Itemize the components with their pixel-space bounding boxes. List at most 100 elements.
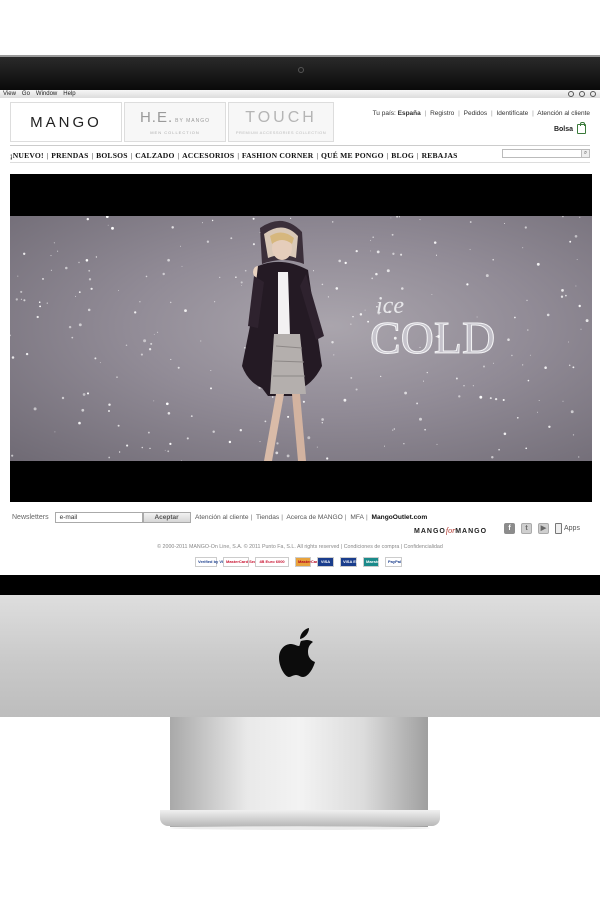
snowflake xyxy=(17,275,19,277)
snowflake xyxy=(548,425,551,429)
customer-service-link[interactable]: Atención al cliente xyxy=(537,110,590,117)
snowflake xyxy=(494,397,498,401)
snowflake xyxy=(568,364,571,367)
snowflake xyxy=(78,291,81,293)
mango-website: MANGO H.E. BY MANGO MEN COLLECTION TOUCH … xyxy=(0,98,600,575)
youtube-icon[interactable]: ▶ xyxy=(538,523,549,534)
search-input[interactable] xyxy=(502,149,582,158)
snowflake xyxy=(386,269,390,273)
snowflake xyxy=(392,429,394,431)
camera-icon xyxy=(298,67,304,73)
snowflake xyxy=(492,258,494,261)
snowflake xyxy=(82,393,86,396)
snowflake xyxy=(170,358,172,360)
footer-links: Atención al cliente | Tiendas | Acerca de … xyxy=(195,514,428,521)
menu-go[interactable]: Go xyxy=(22,90,30,98)
snowflake xyxy=(20,298,22,300)
snowflake xyxy=(140,353,143,356)
paypal-icon: PayPal xyxy=(385,557,402,567)
he-by-mango-logo[interactable]: H.E. BY MANGO MEN COLLECTION xyxy=(124,102,226,142)
nav-item-que-me-pongo[interactable]: QUÉ ME PONGO xyxy=(321,151,384,160)
snowflake xyxy=(489,397,492,400)
payment-methods: Verified by VISA MasterCard SecureCode 4… xyxy=(195,557,402,567)
snowflake xyxy=(46,302,48,304)
snowflake xyxy=(370,250,371,252)
snowflake xyxy=(390,217,392,219)
visa-electron-icon: VISA Electron xyxy=(340,557,369,567)
snowflake xyxy=(419,417,422,421)
nav-item-bolsos[interactable]: BOLSOS xyxy=(96,151,128,160)
nav-item-accesorios[interactable]: ACCESORIOS xyxy=(182,151,234,160)
hero-scene: ice COLD xyxy=(10,216,592,461)
sync-icon[interactable] xyxy=(579,91,585,97)
mango-for-mango-link[interactable]: MANGOforMANGO xyxy=(414,526,487,535)
imac-top-bezel xyxy=(0,55,600,95)
snowflake xyxy=(186,437,189,440)
search-icon[interactable]: ⌕ xyxy=(581,149,590,158)
login-link[interactable]: Identifícate xyxy=(496,110,528,117)
mfm-pre-text: MANGO xyxy=(414,528,446,535)
hero-video[interactable]: ice COLD xyxy=(10,174,592,502)
snowflake xyxy=(485,274,489,278)
tuenti-icon[interactable]: t xyxy=(521,523,532,534)
footer-link-about[interactable]: Acerca de MANGO xyxy=(286,514,342,521)
nav-item-nuevo[interactable]: ¡NUEVO! xyxy=(10,151,44,160)
snowflake xyxy=(498,448,500,451)
snowflake xyxy=(169,442,172,445)
bag-button[interactable]: Bolsa xyxy=(554,122,586,134)
snowflake xyxy=(419,219,421,221)
snowflake xyxy=(23,299,26,302)
snowflake xyxy=(71,336,74,339)
nav-item-prendas[interactable]: PRENDAS xyxy=(51,151,88,160)
snowflake xyxy=(562,400,564,402)
snowflake xyxy=(572,434,575,436)
accept-button[interactable]: Aceptar xyxy=(142,512,191,523)
footer-link-outlet[interactable]: MangoOutlet.com xyxy=(372,514,428,521)
main-nav: ¡NUEVO! | PRENDAS | BOLSOS | CALZADO | ACCES… xyxy=(10,150,458,160)
snowflake xyxy=(359,313,363,316)
newsletter-label: Newsletters xyxy=(12,514,49,521)
snowflake xyxy=(575,285,577,287)
footer-link-customer-service[interactable]: Atención al cliente xyxy=(195,514,249,521)
nav-item-fashion-corner[interactable]: FASHION CORNER xyxy=(242,151,314,160)
snowflake xyxy=(426,371,428,374)
snowflake xyxy=(50,269,52,271)
snowflake xyxy=(350,376,353,379)
snowflake xyxy=(190,415,193,418)
snowflake xyxy=(117,290,119,291)
snowflake xyxy=(167,258,170,262)
snowflake xyxy=(78,323,82,327)
snowflake xyxy=(350,323,352,325)
orders-link[interactable]: Pedidos xyxy=(464,110,488,117)
clock-icon[interactable] xyxy=(568,91,574,97)
search-spotlight-icon[interactable] xyxy=(590,91,596,97)
footer-link-mfa[interactable]: MFA xyxy=(350,514,364,521)
country-link[interactable]: España xyxy=(398,110,421,117)
facebook-icon[interactable]: f xyxy=(504,523,515,534)
snowflake xyxy=(367,320,370,323)
menubar-status-icons xyxy=(568,90,596,98)
snowflake xyxy=(469,221,472,223)
mango-logo[interactable]: MANGO xyxy=(10,102,122,142)
nav-item-rebajas[interactable]: REBAJAS xyxy=(422,151,458,160)
snowflake xyxy=(560,295,564,298)
email-field[interactable]: e-mail xyxy=(54,512,143,523)
snowflake xyxy=(88,278,92,281)
menu-window[interactable]: Window xyxy=(36,90,57,98)
register-link[interactable]: Registro xyxy=(430,110,454,117)
snowflake xyxy=(416,402,419,405)
verified-by-visa-icon: Verified by VISA xyxy=(195,557,229,567)
footer-link-stores[interactable]: Tiendas xyxy=(256,514,279,521)
snowflake xyxy=(25,352,29,356)
snowflake xyxy=(169,301,172,304)
snowflake xyxy=(181,265,183,267)
nav-item-calzado[interactable]: CALZADO xyxy=(135,151,174,160)
nav-item-blog[interactable]: BLOG xyxy=(391,151,414,160)
snowflake xyxy=(116,376,118,378)
menu-help[interactable]: Help xyxy=(63,90,75,98)
imac-stand-shadow xyxy=(170,826,430,830)
apps-link[interactable]: Apps xyxy=(555,523,580,534)
touch-logo[interactable]: TOUCH PREMIUM ACCESSORIES COLLECTION xyxy=(228,102,334,142)
snowflake xyxy=(162,272,165,276)
menu-view[interactable]: View xyxy=(3,90,16,98)
